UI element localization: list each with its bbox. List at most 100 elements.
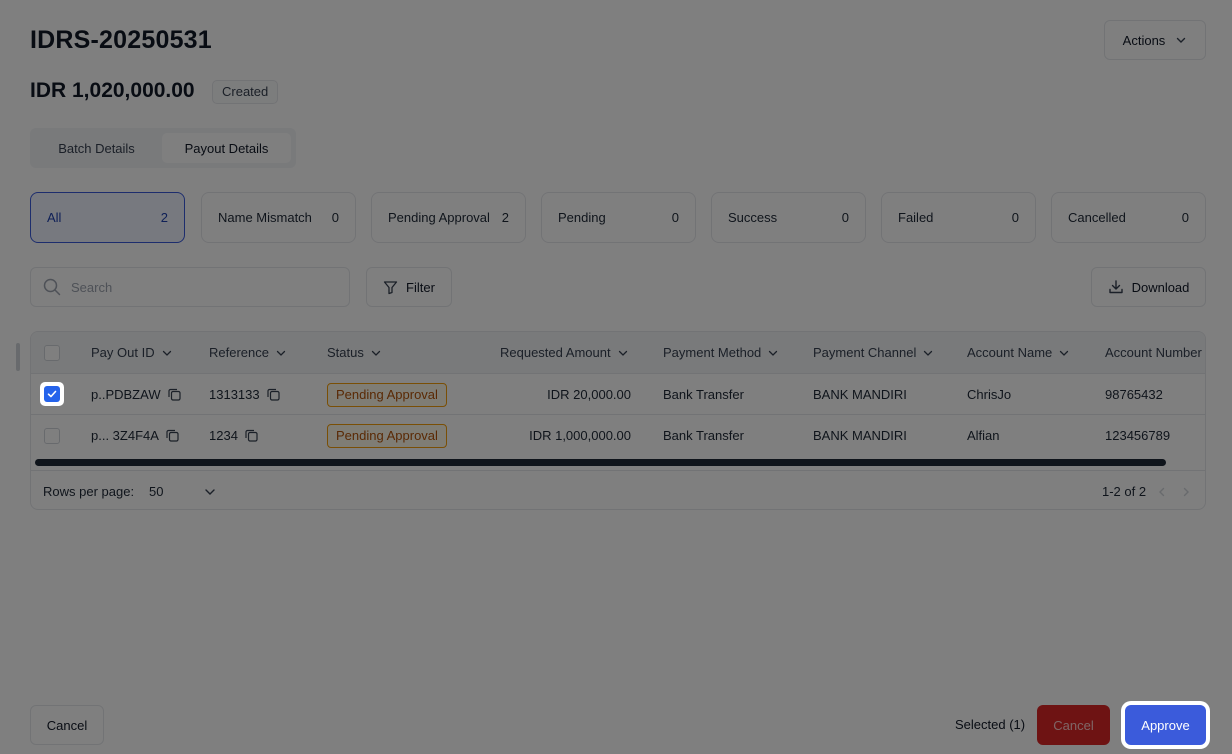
- filter-card-count: 2: [160, 210, 168, 225]
- tab-payout-details[interactable]: Payout Details: [162, 133, 291, 163]
- highlighted-row-checkbox[interactable]: [40, 382, 64, 406]
- chevron-down-icon: [769, 350, 778, 356]
- status-cell: Pending Approval: [327, 374, 447, 415]
- payout-id: p..PDBZAW: [91, 387, 161, 402]
- row-checkbox[interactable]: [44, 427, 60, 444]
- chevron-down-icon: [1060, 350, 1069, 356]
- status-badge: Pending Approval: [327, 382, 447, 407]
- download-button[interactable]: Download: [1091, 267, 1206, 307]
- selected-count: Selected (1): [955, 717, 1026, 732]
- search-box[interactable]: [30, 267, 350, 307]
- detail-tabs: Batch Details Payout Details: [30, 128, 296, 168]
- horizontal-scrollbar[interactable]: [35, 459, 1166, 466]
- rows-per-page-label: Rows per page:: [43, 484, 135, 499]
- column-header-reference[interactable]: Reference: [209, 332, 287, 373]
- copy-icon[interactable]: [244, 428, 259, 443]
- chevron-down-icon: [276, 350, 286, 356]
- filter-card-label: Cancelled: [1068, 210, 1126, 225]
- filter-card-label: Failed: [898, 210, 934, 225]
- amount-cell: IDR 20,000.00: [547, 387, 631, 402]
- prev-page-button[interactable]: [1156, 471, 1168, 509]
- filter-card-count: 0: [331, 210, 339, 225]
- column-header-requested-amount[interactable]: Requested Amount: [500, 332, 629, 373]
- chevron-right-icon: [1183, 487, 1189, 496]
- payout-table: Pay Out ID Reference Status Requested Am…: [30, 331, 1206, 510]
- account-number-cell: 123456789: [1105, 428, 1171, 443]
- table-header: Pay Out ID Reference Status Requested Am…: [31, 332, 1205, 373]
- filter-card-pending-approval[interactable]: Pending Approval 2: [371, 192, 526, 243]
- table-row[interactable]: p... 3Z4F4A 1234 Pending Approval IDR 1,…: [31, 414, 1205, 456]
- payout-id: p... 3Z4F4A: [91, 428, 159, 443]
- copy-icon[interactable]: [167, 387, 182, 402]
- payout-batch-page: IDRS-20250531 Actions IDR 1,020,000.00 C…: [0, 0, 1232, 754]
- checkmark-icon: [47, 390, 57, 398]
- column-label: Account Name: [967, 345, 1053, 360]
- row-checkbox-cell[interactable]: [44, 415, 60, 456]
- column-label: Account Number: [1105, 345, 1202, 360]
- filter-card-name-mismatch[interactable]: Name Mismatch 0: [201, 192, 356, 243]
- rows-per-page-value: 50: [149, 484, 164, 499]
- payout-id-cell: p... 3Z4F4A: [91, 415, 180, 456]
- reference-cell: 1234: [209, 415, 259, 456]
- payout-id-cell: p..PDBZAW: [91, 374, 182, 415]
- amount-cell: IDR 1,000,000.00: [529, 428, 631, 443]
- download-button-label: Download: [1131, 279, 1190, 295]
- status-cell: Pending Approval: [327, 415, 447, 456]
- reference: 1313133: [209, 387, 260, 402]
- rows-per-page-select[interactable]: 50: [149, 471, 217, 509]
- batch-amount: IDR 1,020,000.00: [30, 79, 195, 102]
- copy-icon[interactable]: [165, 428, 180, 443]
- tab-batch-details[interactable]: Batch Details: [35, 133, 158, 163]
- column-header-status[interactable]: Status: [327, 332, 382, 373]
- filter-card-count: 0: [841, 210, 849, 225]
- chevron-down-icon: [162, 350, 171, 356]
- approve-button[interactable]: Approve: [1125, 705, 1206, 745]
- column-header-payment-method[interactable]: Payment Method: [663, 332, 779, 373]
- filter-card-pending[interactable]: Pending 0: [541, 192, 696, 243]
- actions-label: Actions: [1122, 32, 1166, 48]
- column-label: Status: [327, 345, 364, 360]
- column-header-account-name[interactable]: Account Name: [967, 332, 1070, 373]
- select-all-checkbox[interactable]: [44, 344, 60, 361]
- status-badge: Pending Approval: [327, 423, 447, 448]
- filter-card-label: Pending Approval: [388, 210, 490, 225]
- copy-icon[interactable]: [266, 387, 281, 402]
- column-label: Payment Method: [663, 345, 762, 360]
- method-cell: Bank Transfer: [663, 428, 744, 443]
- column-label: Reference: [209, 345, 269, 360]
- column-label: Pay Out ID: [91, 345, 155, 360]
- filter-card-label: All: [47, 210, 62, 225]
- reference-cell: 1313133: [209, 374, 281, 415]
- filter-card-success[interactable]: Success 0: [711, 192, 866, 243]
- filter-card-failed[interactable]: Failed 0: [881, 192, 1036, 243]
- pagination-range: 1-2 of 2: [1102, 484, 1147, 499]
- vertical-scrollbar[interactable]: [16, 343, 20, 371]
- cancel-button[interactable]: Cancel: [30, 705, 104, 745]
- pagination-bar: Rows per page: 50 1-2 of 2: [31, 470, 1205, 509]
- search-input[interactable]: [71, 279, 331, 295]
- select-all-checkbox-cell[interactable]: [44, 332, 60, 373]
- reference: 1234: [209, 428, 238, 443]
- filter-button[interactable]: Filter: [366, 267, 452, 307]
- filter-card-all[interactable]: All 2: [30, 192, 185, 243]
- account-number-cell: 98765432: [1105, 387, 1163, 402]
- chevron-down-icon: [618, 350, 627, 356]
- filter-funnel-icon: [383, 280, 398, 294]
- filter-card-label: Success: [728, 210, 778, 225]
- filter-card-count: 0: [1181, 210, 1189, 225]
- channel-cell: BANK MANDIRI: [813, 387, 907, 402]
- column-label: Requested Amount: [500, 345, 611, 360]
- table-row[interactable]: p..PDBZAW 1313133 Pending Approval IDR 2…: [31, 373, 1205, 415]
- next-page-button[interactable]: [1180, 471, 1192, 509]
- filter-card-label: Name Mismatch: [218, 210, 312, 225]
- column-header-payment-channel[interactable]: Payment Channel: [813, 332, 934, 373]
- account-name-cell: Alfian: [967, 428, 1000, 443]
- actions-dropdown-button[interactable]: Actions: [1104, 20, 1206, 60]
- column-header-account-number[interactable]: Account Number: [1105, 332, 1202, 373]
- cancel-payout-button[interactable]: Cancel: [1037, 705, 1110, 745]
- column-label: Payment Channel: [813, 345, 917, 360]
- filter-card-cancelled[interactable]: Cancelled 0: [1051, 192, 1206, 243]
- column-header-payout-id[interactable]: Pay Out ID: [91, 332, 173, 373]
- method-cell: Bank Transfer: [663, 387, 744, 402]
- chevron-down-icon: [1177, 37, 1186, 43]
